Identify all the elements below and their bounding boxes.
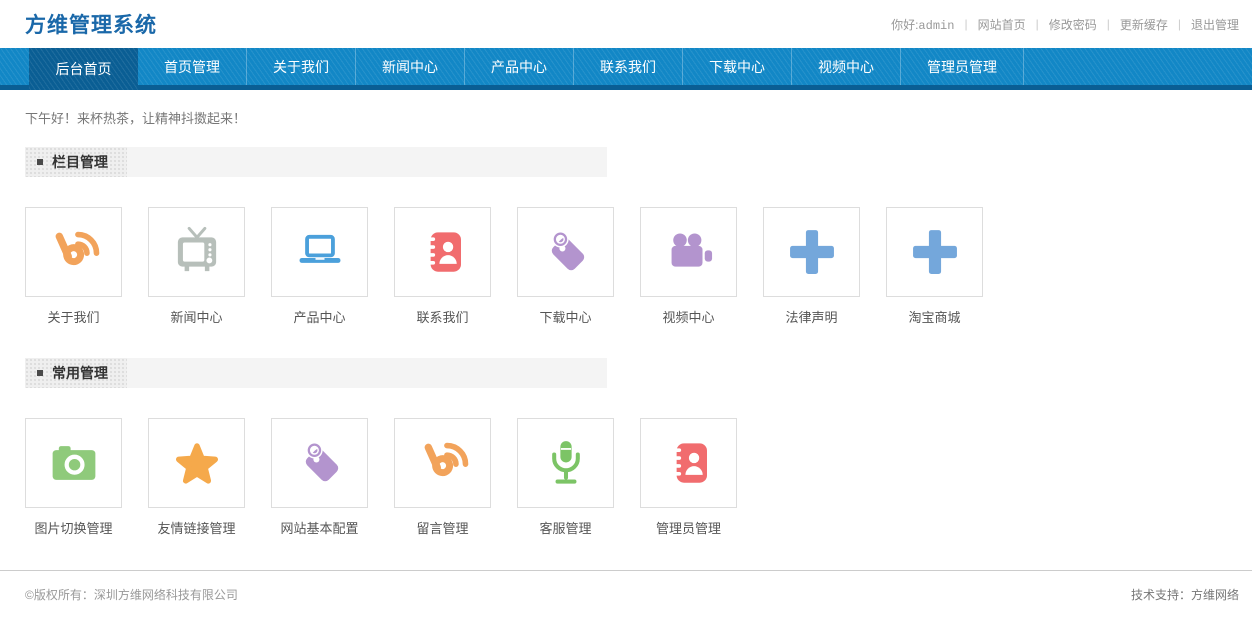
shortcut-card-taobao-mall[interactable] [886, 207, 983, 297]
shortcut-image-slider: 图片切换管理 [25, 418, 122, 537]
card-label: 新闻中心 [170, 310, 222, 326]
separator: | [1036, 17, 1039, 31]
contacts-icon [662, 436, 716, 490]
card-label: 友情链接管理 [157, 521, 235, 537]
site-home-link[interactable]: 网站首页 [978, 16, 1026, 33]
username: admin [918, 19, 954, 33]
app-header: 方维管理系统 你好:admin | 网站首页 | 修改密码 | 更新缓存 | 退出管理 [0, 0, 1252, 48]
user-greeting-prefix: 你好: [891, 18, 918, 32]
shortcut-messages: 留言管理 [394, 418, 491, 537]
camera-icon [47, 436, 101, 490]
nav-tab-homepage-manage[interactable]: 首页管理 [138, 48, 247, 85]
change-password-link[interactable]: 修改密码 [1049, 16, 1097, 33]
main-nav: 后台首页首页管理关于我们新闻中心产品中心联系我们下载中心视频中心管理员管理 [0, 48, 1252, 90]
card-label: 留言管理 [416, 521, 468, 537]
shortcut-customer-service: 客服管理 [517, 418, 614, 537]
plus-icon [908, 225, 962, 279]
shortcut-card-product-center[interactable] [271, 207, 368, 297]
card-label: 管理员管理 [656, 521, 721, 537]
plus-icon [785, 225, 839, 279]
nav-tab-news-center[interactable]: 新闻中心 [356, 48, 465, 85]
nav-tabs: 后台首页首页管理关于我们新闻中心产品中心联系我们下载中心视频中心管理员管理 [29, 48, 1252, 90]
shortcut-card-contact-us[interactable] [394, 207, 491, 297]
shortcut-card-video-center[interactable] [640, 207, 737, 297]
bullet-icon [37, 370, 43, 376]
card-row: 关于我们 新闻中心 产品中心 联系我们 下载中心 视频中心 法律声明 淘宝商城 [25, 207, 1252, 326]
shortcut-panels: 栏目管理关于我们 新闻中心 产品中心 联系我们 下载中心 视频中心 法律声明 淘宝商城常用管理… [0, 147, 1252, 537]
laptop-icon [293, 225, 347, 279]
update-cache-link[interactable]: 更新缓存 [1120, 16, 1168, 33]
shortcut-download-center: 下载中心 [517, 207, 614, 326]
user-greeting: 你好:admin [891, 16, 954, 33]
page-title: 方维管理系统 [25, 9, 157, 39]
section-title: 常用管理 [52, 363, 108, 383]
shortcut-card-legal-notice[interactable] [763, 207, 860, 297]
video-camera-icon [662, 225, 716, 279]
shortcut-card-customer-service[interactable] [517, 418, 614, 508]
shortcut-card-news-center[interactable] [148, 207, 245, 297]
card-label: 下载中心 [539, 310, 591, 326]
shortcut-admins: 管理员管理 [640, 418, 737, 537]
page-footer: ©版权所有：深圳方维网络科技有限公司 技术支持：方维网络 [0, 570, 1252, 618]
shortcut-card-messages[interactable] [394, 418, 491, 508]
card-label: 客服管理 [539, 521, 591, 537]
separator: | [1107, 17, 1110, 31]
card-row: 图片切换管理 友情链接管理 网站基本配置 留言管理 客服管理 管理员管理 [25, 418, 1252, 537]
card-label: 淘宝商城 [908, 310, 960, 326]
section-column-manage: 栏目管理关于我们 新闻中心 产品中心 联系我们 下载中心 视频中心 法律声明 淘宝商城 [0, 147, 1252, 326]
nav-tab-backend-home[interactable]: 后台首页 [29, 48, 138, 90]
shortcut-friend-links: 友情链接管理 [148, 418, 245, 537]
welcome-message: 下午好！来杯热茶，让精神抖擞起来！ [25, 110, 1252, 127]
shortcut-about-us: 关于我们 [25, 207, 122, 326]
contacts-icon [416, 225, 470, 279]
nav-tab-product-center[interactable]: 产品中心 [465, 48, 574, 85]
shortcut-taobao-mall: 淘宝商城 [886, 207, 983, 326]
shortcut-product-center: 产品中心 [271, 207, 368, 326]
tag-icon [539, 225, 593, 279]
nav-tab-admin-manage[interactable]: 管理员管理 [901, 48, 1024, 85]
header-links: 你好:admin | 网站首页 | 修改密码 | 更新缓存 | 退出管理 [891, 16, 1239, 33]
shortcut-card-about-us[interactable] [25, 207, 122, 297]
section-header-common-manage: 常用管理 [25, 358, 607, 388]
shortcut-card-download-center[interactable] [517, 207, 614, 297]
card-label: 联系我们 [416, 310, 468, 326]
shortcut-card-friend-links[interactable] [148, 418, 245, 508]
nav-tab-about-us[interactable]: 关于我们 [247, 48, 356, 85]
shortcut-legal-notice: 法律声明 [763, 207, 860, 326]
section-common-manage: 常用管理图片切换管理 友情链接管理 网站基本配置 留言管理 客服管理 管理员管理 [0, 358, 1252, 537]
tech-support-text: 技术支持：方维网络 [1131, 586, 1239, 603]
shortcut-card-site-config[interactable] [271, 418, 368, 508]
nav-tab-contact-us[interactable]: 联系我们 [574, 48, 683, 85]
card-label: 图片切换管理 [34, 521, 112, 537]
section-title: 栏目管理 [52, 152, 108, 172]
nav-tab-video-center[interactable]: 视频中心 [792, 48, 901, 85]
shortcut-contact-us: 联系我们 [394, 207, 491, 326]
shortcut-card-admins[interactable] [640, 418, 737, 508]
card-label: 视频中心 [662, 310, 714, 326]
mic-icon [539, 436, 593, 490]
nav-tab-download-center[interactable]: 下载中心 [683, 48, 792, 85]
blog-icon [47, 225, 101, 279]
shortcut-news-center: 新闻中心 [148, 207, 245, 326]
bullet-icon [37, 159, 43, 165]
copyright-text: ©版权所有：深圳方维网络科技有限公司 [25, 586, 238, 603]
section-header-column-manage: 栏目管理 [25, 147, 607, 177]
tag-icon [293, 436, 347, 490]
card-label: 关于我们 [47, 310, 99, 326]
shortcut-site-config: 网站基本配置 [271, 418, 368, 537]
card-label: 法律声明 [785, 310, 837, 326]
shortcut-video-center: 视频中心 [640, 207, 737, 326]
separator: | [964, 17, 967, 31]
star-icon [170, 436, 224, 490]
separator: | [1178, 17, 1181, 31]
blog-icon [416, 436, 470, 490]
card-label: 产品中心 [293, 310, 345, 326]
logout-link[interactable]: 退出管理 [1191, 16, 1239, 33]
shortcut-card-image-slider[interactable] [25, 418, 122, 508]
card-label: 网站基本配置 [280, 521, 358, 537]
tv-icon [170, 225, 224, 279]
